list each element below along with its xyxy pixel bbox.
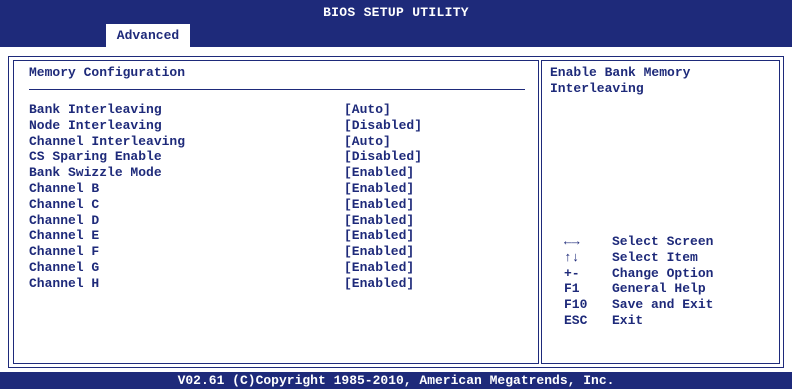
setting-label: Channel B (29, 180, 100, 196)
setting-row-channel-c[interactable]: Channel C [Enabled] (29, 197, 529, 213)
key-action: Exit (612, 312, 644, 328)
setting-value[interactable]: [Enabled] (344, 276, 414, 292)
title-bar: BIOS SETUP UTILITY Advanced (0, 0, 792, 47)
help-line: Enable Bank Memory (550, 65, 691, 80)
key-row-general-help: F1 General Help (564, 281, 774, 297)
setting-row-channel-interleaving[interactable]: Channel Interleaving [Auto] (29, 134, 529, 150)
section-title: Memory Configuration (29, 65, 186, 80)
setting-label: Channel G (29, 259, 100, 275)
up-down-arrows-icon: ↑↓ (564, 249, 580, 265)
setting-value[interactable]: [Enabled] (344, 228, 414, 244)
setting-value[interactable]: [Enabled] (344, 213, 414, 229)
setting-value[interactable]: [Enabled] (344, 244, 414, 260)
tab-advanced[interactable]: Advanced (106, 24, 190, 47)
section-divider (29, 89, 525, 90)
setting-row-node-interleaving[interactable]: Node Interleaving [Disabled] (29, 118, 529, 134)
setting-label: Channel E (29, 228, 100, 244)
setting-value[interactable]: [Enabled] (344, 197, 414, 213)
setting-row-channel-d[interactable]: Channel D [Enabled] (29, 213, 529, 229)
setting-value[interactable]: [Auto] (344, 134, 391, 150)
key-glyph: ESC (564, 312, 588, 328)
setting-label: Channel F (29, 244, 100, 260)
help-line: Interleaving (550, 81, 644, 96)
setting-row-channel-b[interactable]: Channel B [Enabled] (29, 181, 529, 197)
copyright-footer: V02.61 (C)Copyright 1985-2010, American … (0, 372, 792, 389)
key-action: General Help (612, 281, 706, 297)
key-row-change-option: +- Change Option (564, 266, 774, 282)
key-action: Save and Exit (612, 297, 714, 313)
key-glyph: F1 (564, 281, 580, 297)
help-description: Enable Bank Memory Interleaving (550, 65, 770, 97)
key-legend: ←→ Select Screen ↑↓ Select Item +- Chang… (564, 234, 774, 329)
setting-value[interactable]: [Disabled] (344, 118, 422, 134)
setting-label: Node Interleaving (29, 117, 162, 133)
app-title: BIOS SETUP UTILITY (323, 5, 469, 20)
setting-value[interactable]: [Enabled] (344, 181, 414, 197)
settings-list: Bank Interleaving [Auto] Node Interleavi… (29, 102, 529, 292)
key-action: Select Item (612, 249, 698, 265)
setting-row-cs-sparing[interactable]: CS Sparing Enable [Disabled] (29, 149, 529, 165)
setting-row-bank-swizzle[interactable]: Bank Swizzle Mode [Enabled] (29, 165, 529, 181)
setting-label: Channel D (29, 212, 100, 228)
setting-value[interactable]: [Disabled] (344, 149, 422, 165)
left-right-arrows-icon: ←→ (564, 234, 580, 249)
setting-row-bank-interleaving[interactable]: Bank Interleaving [Auto] (29, 102, 529, 118)
setting-label: Bank Interleaving (29, 102, 162, 117)
key-action: Select Screen (612, 234, 714, 249)
setting-value[interactable]: [Enabled] (344, 165, 414, 181)
setting-value[interactable]: [Auto] (344, 102, 391, 118)
key-action: Change Option (612, 265, 714, 281)
setting-label: Channel H (29, 275, 100, 291)
setting-row-channel-f[interactable]: Channel F [Enabled] (29, 244, 529, 260)
setting-row-channel-e[interactable]: Channel E [Enabled] (29, 228, 529, 244)
setting-label: Channel C (29, 196, 100, 212)
key-glyph: +- (564, 265, 580, 281)
key-row-exit: ESC Exit (564, 313, 774, 329)
setting-label: Bank Swizzle Mode (29, 165, 162, 181)
setting-label: CS Sparing Enable (29, 149, 162, 165)
key-row-select-screen: ←→ Select Screen (564, 234, 774, 250)
key-row-select-item: ↑↓ Select Item (564, 250, 774, 266)
key-glyph: F10 (564, 297, 588, 313)
key-row-save-exit: F10 Save and Exit (564, 297, 774, 313)
setting-row-channel-g[interactable]: Channel G [Enabled] (29, 260, 529, 276)
setting-row-channel-h[interactable]: Channel H [Enabled] (29, 276, 529, 292)
setting-label: Channel Interleaving (29, 133, 186, 149)
setting-value[interactable]: [Enabled] (344, 260, 414, 276)
